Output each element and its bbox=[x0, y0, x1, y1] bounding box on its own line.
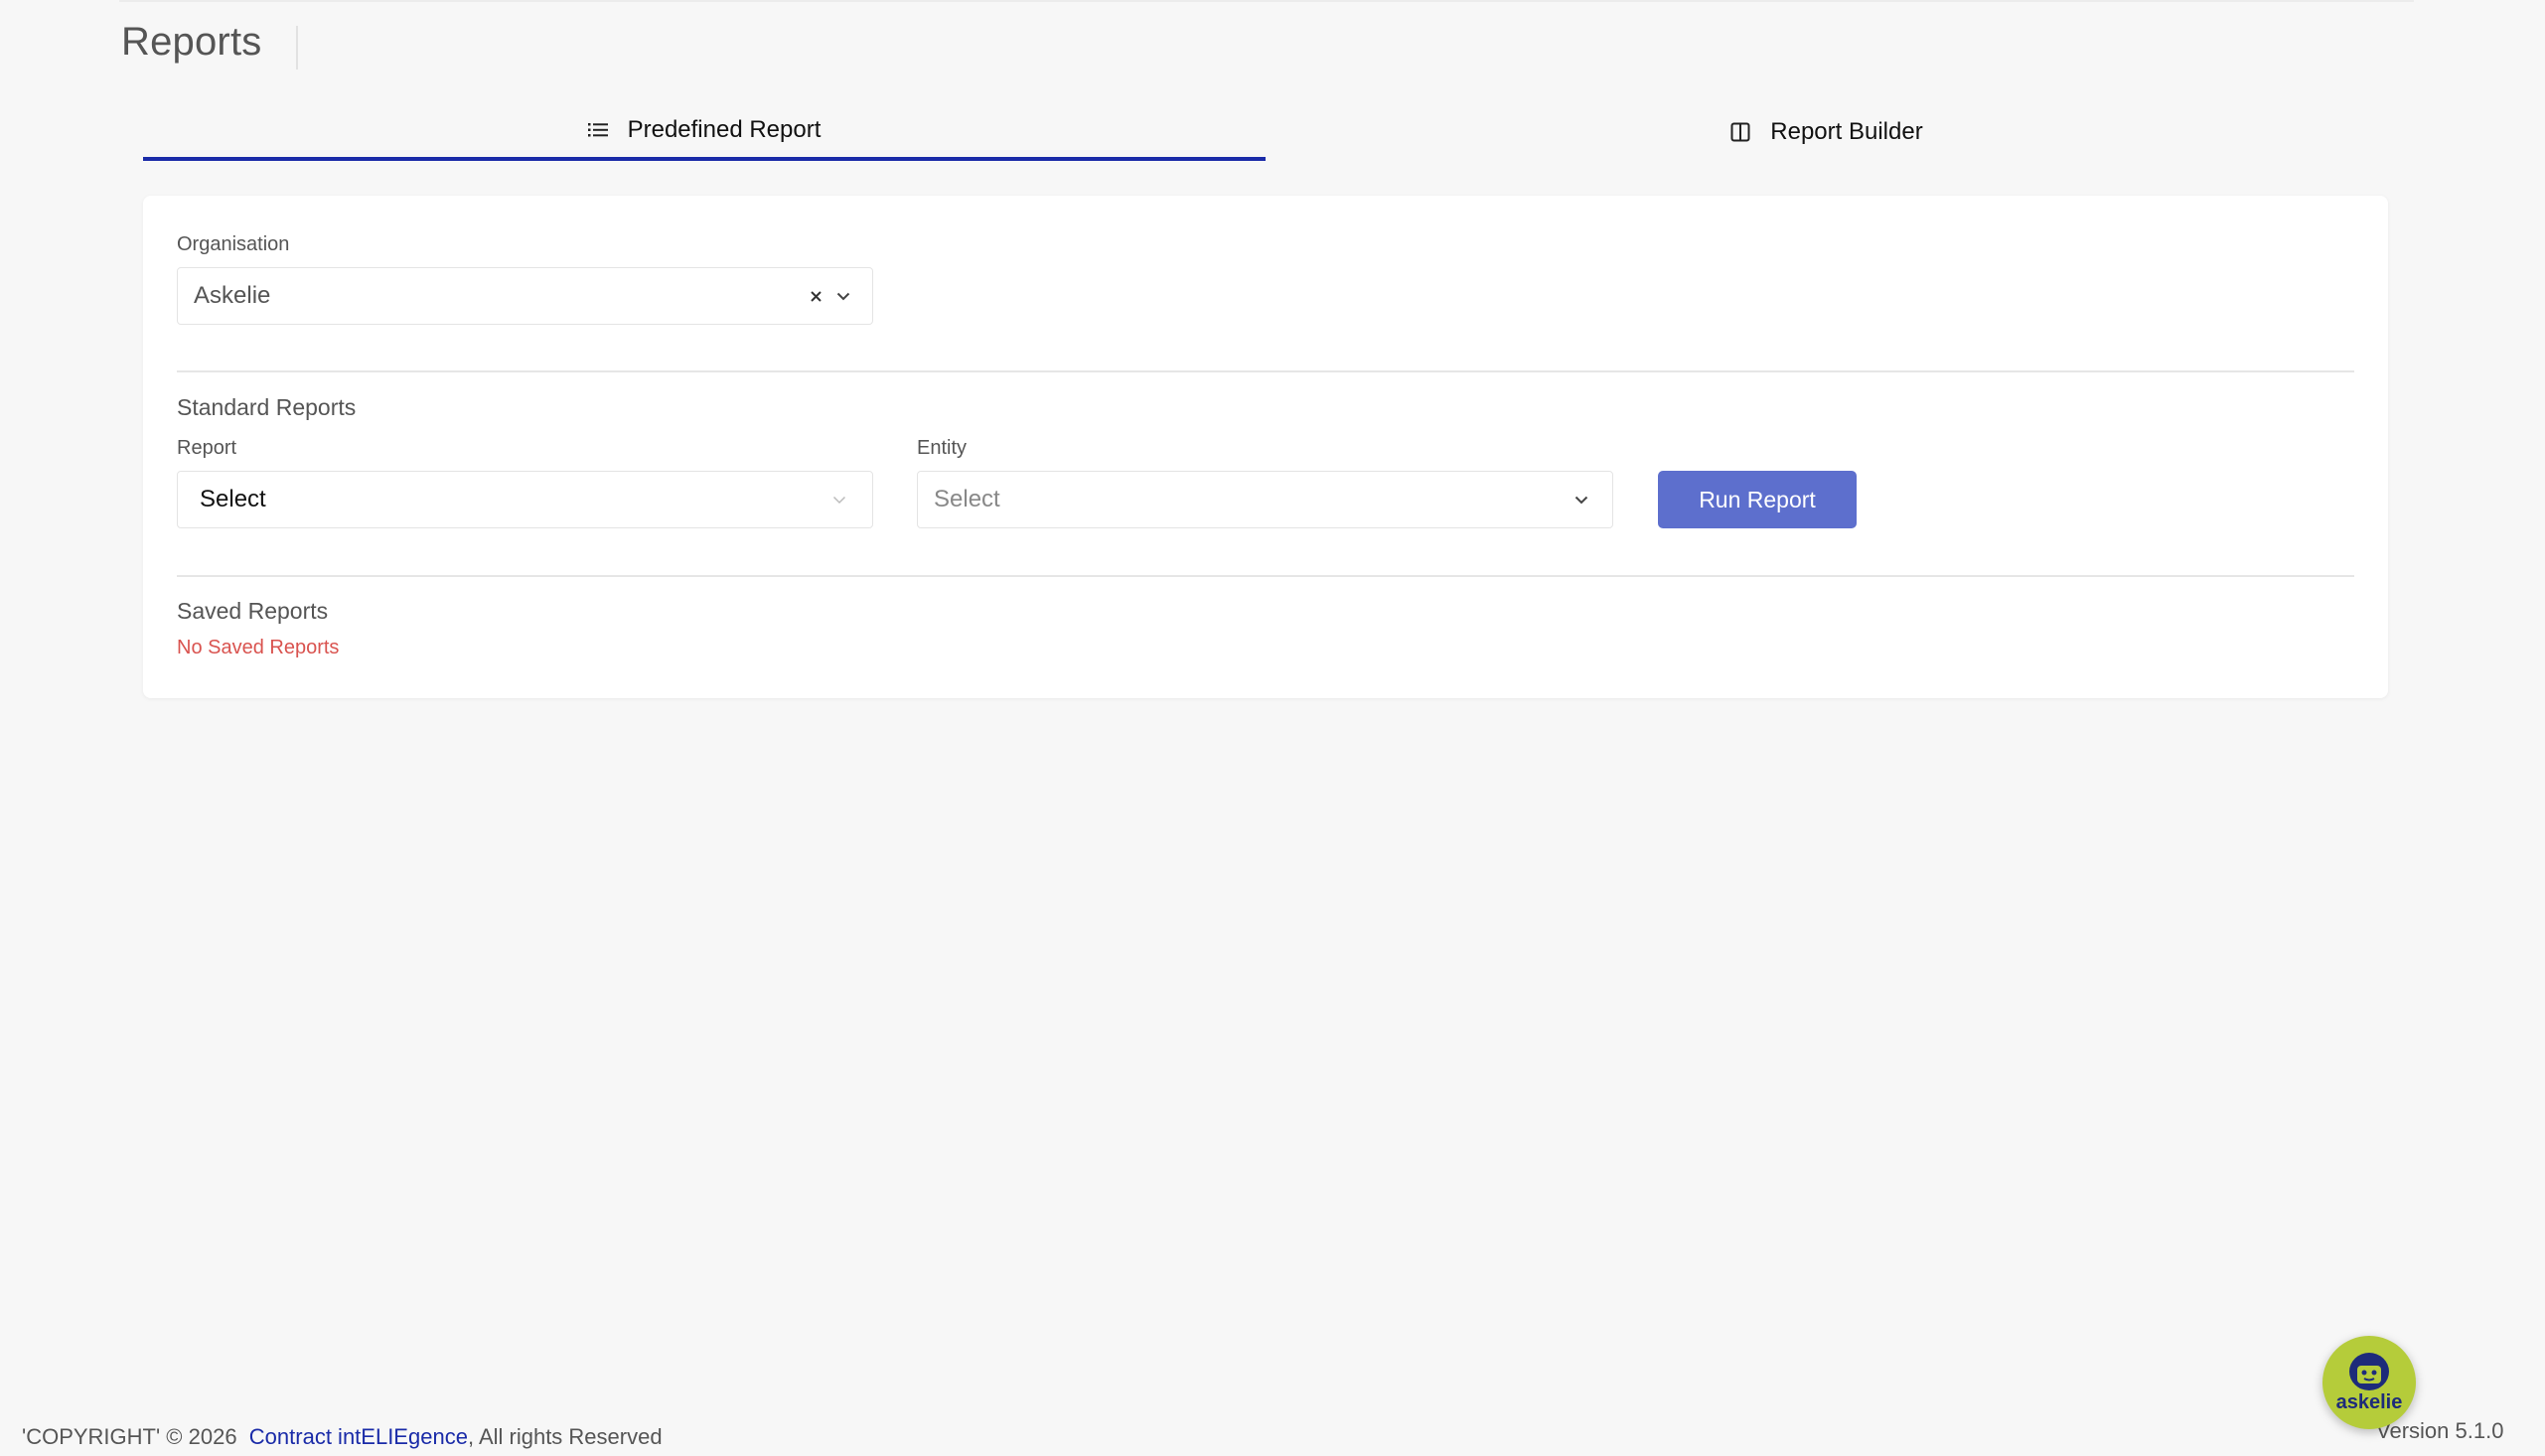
chat-assistant-button[interactable]: askelie bbox=[2322, 1336, 2416, 1429]
report-value: Select bbox=[200, 486, 266, 512]
organisation-select[interactable]: Askelie bbox=[177, 267, 873, 325]
chevron-down-icon bbox=[832, 496, 846, 505]
entity-label: Entity bbox=[917, 437, 968, 459]
report-tabs: Predefined Report Report Builder bbox=[143, 103, 2388, 163]
rights-text: , All rights Reserved bbox=[467, 1424, 663, 1449]
saved-reports-title: Saved Reports bbox=[177, 598, 329, 624]
section-divider bbox=[177, 575, 2354, 577]
entity-placeholder: Select bbox=[934, 486, 1000, 512]
no-saved-reports-message: No Saved Reports bbox=[177, 637, 340, 658]
chevron-down-icon bbox=[836, 292, 850, 301]
tab-predefined-report[interactable]: Predefined Report bbox=[143, 103, 1266, 161]
organisation-label: Organisation bbox=[177, 233, 290, 255]
standard-reports-title: Standard Reports bbox=[177, 394, 357, 420]
tab-label: Report Builder bbox=[1770, 118, 1923, 145]
organisation-value: Askelie bbox=[194, 282, 271, 309]
tab-label: Predefined Report bbox=[627, 116, 822, 143]
chat-widget-label: askelie bbox=[2335, 1390, 2403, 1413]
clear-icon[interactable] bbox=[810, 290, 823, 303]
report-select[interactable]: Select bbox=[177, 471, 873, 528]
top-divider bbox=[119, 0, 2414, 2]
title-separator bbox=[296, 26, 298, 70]
footer-copyright: 'COPYRIGHT' © 2026 Contract intELIEgence… bbox=[22, 1424, 663, 1450]
tab-report-builder[interactable]: Report Builder bbox=[1266, 103, 2388, 161]
columns-icon bbox=[1730, 122, 1750, 142]
assistant-avatar-icon bbox=[2343, 1352, 2395, 1395]
run-report-button[interactable]: Run Report bbox=[1658, 471, 1857, 528]
section-divider bbox=[177, 370, 2354, 372]
company-link[interactable]: Contract intELIEgence bbox=[249, 1424, 468, 1449]
chevron-down-icon bbox=[1574, 496, 1588, 505]
reports-card: Organisation Askelie Standard Reports Re… bbox=[143, 196, 2388, 698]
entity-select[interactable]: Select bbox=[917, 471, 1613, 528]
page-title: Reports bbox=[121, 20, 262, 64]
copyright-text: 'COPYRIGHT' © 2026 bbox=[22, 1424, 237, 1449]
list-icon bbox=[587, 121, 608, 139]
version-label: Version 5.1.0 bbox=[2376, 1418, 2504, 1443]
report-label: Report bbox=[177, 437, 237, 459]
